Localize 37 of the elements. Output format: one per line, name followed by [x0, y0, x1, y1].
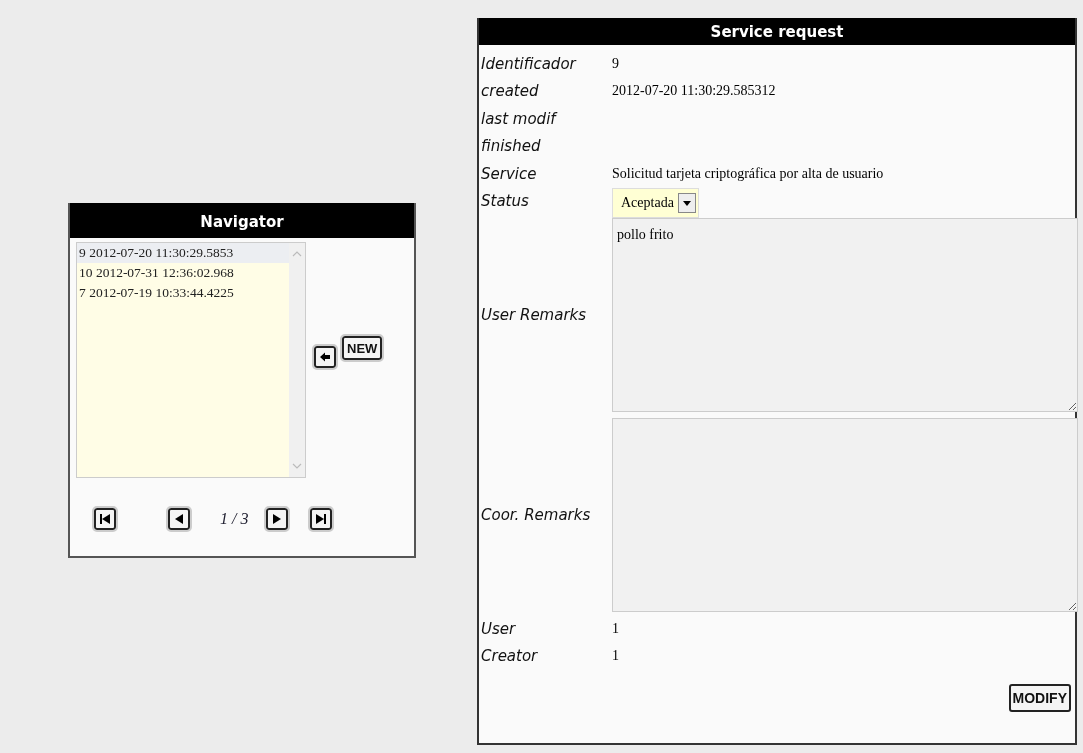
- field-label: Status: [481, 191, 530, 213]
- field-label: Coor. Remarks: [481, 505, 592, 526]
- field-value: 9: [612, 55, 619, 72]
- remarks-field[interactable]: [612, 418, 1078, 612]
- field-value: 1: [612, 648, 619, 665]
- last-page-button[interactable]: [310, 508, 333, 530]
- skip-last-icon: [315, 513, 328, 525]
- next-page-button[interactable]: [266, 508, 289, 530]
- list-item[interactable]: 9 2012-07-20 11:30:29.5853: [77, 243, 289, 263]
- modify-button[interactable]: MODIFY: [1008, 684, 1071, 712]
- new-button[interactable]: NEW: [342, 336, 383, 360]
- previous-page-button[interactable]: [168, 508, 190, 530]
- left-arrow-icon: [319, 351, 331, 363]
- field-label: User Remarks: [481, 305, 588, 326]
- first-page-button[interactable]: [94, 508, 116, 530]
- field-label: Identificador: [481, 53, 578, 75]
- panel-title: Navigator: [70, 203, 414, 238]
- field-value: Solicitud tarjeta criptográfica por alta de usuario: [612, 165, 884, 182]
- panel-title: Service request: [479, 18, 1075, 45]
- field-label: Creator: [481, 646, 539, 668]
- field-label: Service: [481, 163, 538, 185]
- list-item[interactable]: 10 2012-07-31 12:36:02.968: [77, 263, 289, 283]
- field-label: created: [481, 81, 540, 103]
- status-dropdown[interactable]: Aceptada: [612, 188, 699, 219]
- list-item[interactable]: 7 2012-07-19 10:33:44.4225: [77, 283, 289, 303]
- skip-first-icon: [99, 513, 111, 525]
- field-label: finished: [481, 136, 542, 158]
- page-indicator: 1 / 3: [220, 510, 249, 528]
- field-value: 1: [612, 620, 619, 637]
- field-label: User: [481, 618, 517, 640]
- back-button[interactable]: [314, 346, 336, 368]
- field-value: 2012-07-20 11:30:29.585312: [612, 83, 776, 100]
- scrollbar[interactable]: [289, 243, 305, 477]
- remarks-field[interactable]: pollo frito: [612, 218, 1078, 412]
- field-label: last modif: [481, 108, 559, 130]
- left-triangle-icon: [173, 513, 185, 525]
- request-list[interactable]: 9 2012-07-20 11:30:29.5853 10 2012-07-31 12:36:02.968 7 2012-07-19 10:33:44.4225: [76, 242, 306, 478]
